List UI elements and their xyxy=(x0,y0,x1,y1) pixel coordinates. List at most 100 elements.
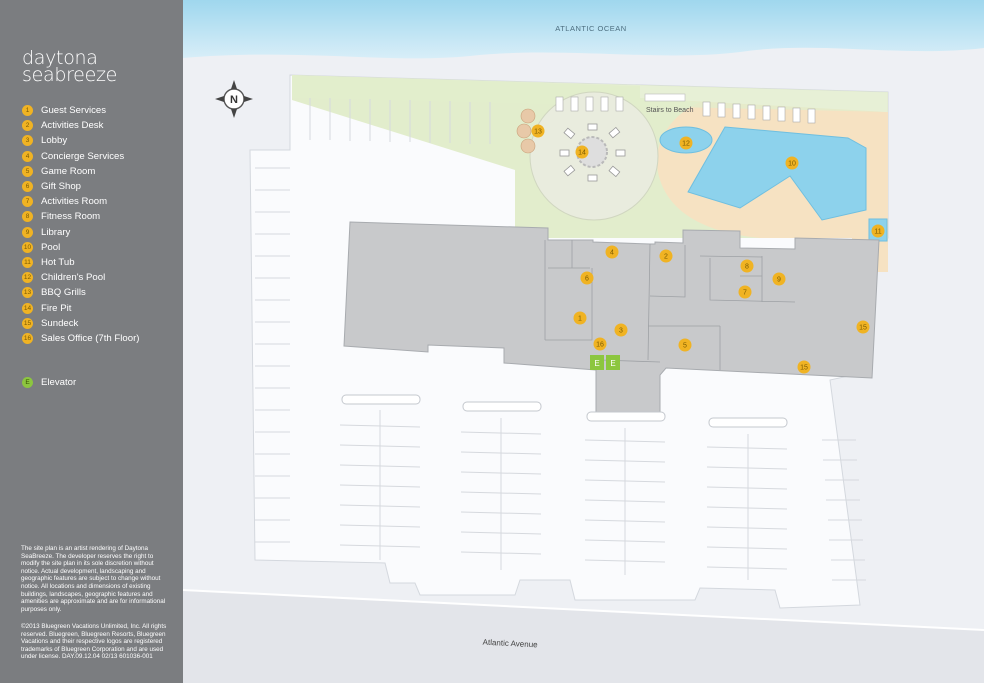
svg-text:7: 7 xyxy=(743,290,747,297)
legend-number: 7 xyxy=(22,196,33,208)
svg-text:8: 8 xyxy=(745,264,749,271)
svg-text:14: 14 xyxy=(578,150,586,157)
marker-2: 2 xyxy=(659,249,673,263)
legend-number: 16 xyxy=(22,332,33,344)
compass-north-icon: N xyxy=(215,80,253,118)
marker-7: 7 xyxy=(738,285,752,299)
svg-text:15: 15 xyxy=(800,365,808,372)
legend-number: 3 xyxy=(22,135,33,147)
marker-3: 3 xyxy=(614,323,628,337)
marker-11: 11 xyxy=(871,224,885,238)
legend-number: 8 xyxy=(22,211,33,223)
marker-14: 14 xyxy=(575,145,589,159)
svg-text:4: 4 xyxy=(610,250,614,257)
legend-item: 11 Hot Tub xyxy=(22,255,139,270)
marker-5: 5 xyxy=(678,338,692,352)
elevator-icon: E xyxy=(22,377,33,388)
legend-label: Fire Pit xyxy=(41,302,72,314)
legend-item: 6 Gift Shop xyxy=(22,179,139,194)
legend-item: 16 Sales Office (7th Floor) xyxy=(22,331,139,346)
legend-label: Children's Pool xyxy=(41,272,106,284)
legend-label: Activities Desk xyxy=(41,120,104,132)
marker-12: 12 xyxy=(679,136,693,150)
legend-item: 14 Fire Pit xyxy=(22,300,139,315)
copyright-text: ©2013 Bluegreen Vacations Unlimited, Inc… xyxy=(21,623,167,661)
marker-9: 9 xyxy=(772,272,786,286)
legend-label: Pool xyxy=(41,241,61,253)
beach-stairs xyxy=(644,93,686,102)
legend-label: Guest Services xyxy=(41,105,107,117)
marker-6: 6 xyxy=(580,271,594,285)
marker-1: 1 xyxy=(573,311,587,325)
legend-number: 2 xyxy=(22,120,33,132)
legend-label: Library xyxy=(41,226,71,238)
legend-label: Activities Room xyxy=(41,196,108,208)
legend-label: Fitness Room xyxy=(41,211,101,223)
legend-label: Lobby xyxy=(41,135,68,147)
svg-text:9: 9 xyxy=(777,277,781,284)
marker-10: 10 xyxy=(785,156,799,170)
legend-number: 14 xyxy=(22,302,33,314)
legend-number: 13 xyxy=(22,287,33,299)
legend-item: 9 Library xyxy=(22,225,139,240)
marker-16: 16 xyxy=(593,337,607,351)
svg-text:6: 6 xyxy=(585,276,589,283)
legend-number: 6 xyxy=(22,181,33,193)
legend-label: Game Room xyxy=(41,165,96,177)
legend-number: 10 xyxy=(22,241,33,253)
brand-logo: daytona seabreeze xyxy=(22,49,118,86)
legend-number: 5 xyxy=(22,165,33,177)
svg-text:3: 3 xyxy=(619,328,623,335)
ocean-label: ATLANTIC OCEAN xyxy=(555,24,626,33)
legend-item: 3 Lobby xyxy=(22,133,139,148)
compass-label: N xyxy=(230,94,238,106)
legend-number: 15 xyxy=(22,317,33,329)
legend-label: Sundeck xyxy=(41,317,79,329)
legend-item: 8 Fitness Room xyxy=(22,209,139,224)
legend-item: 1 Guest Services xyxy=(22,103,139,118)
legend-item: 2 Activities Desk xyxy=(22,118,139,133)
svg-text:2: 2 xyxy=(664,254,668,261)
legend-item: 13 BBQ Grills xyxy=(22,285,139,300)
marker-15b: 15 xyxy=(797,360,811,374)
atlantic-avenue-road xyxy=(183,590,984,683)
legend-label: Sales Office (7th Floor) xyxy=(41,332,140,344)
legend-label: Hot Tub xyxy=(41,256,75,268)
legend-item: 12 Children's Pool xyxy=(22,270,139,285)
legend-number: 12 xyxy=(22,272,33,284)
legend-item: 15 Sundeck xyxy=(22,316,139,331)
stairs-label: Stairs to Beach xyxy=(646,107,694,114)
marker-4: 4 xyxy=(605,245,619,259)
legend-label: Gift Shop xyxy=(41,181,81,193)
elevator-legend: E Elevator xyxy=(22,377,76,388)
legend-label: BBQ Grills xyxy=(41,287,86,299)
svg-text:1: 1 xyxy=(578,316,582,323)
disclaimer-text: The site plan is an artist rendering of … xyxy=(21,545,166,613)
legend-number: 1 xyxy=(22,105,33,117)
svg-text:10: 10 xyxy=(788,161,796,168)
svg-text:15: 15 xyxy=(859,325,867,332)
legend-number: 4 xyxy=(22,150,33,162)
elevator-marker: E xyxy=(594,359,599,368)
elevator-label: Elevator xyxy=(41,377,77,388)
marker-13: 13 xyxy=(531,124,545,138)
svg-text:13: 13 xyxy=(534,129,542,136)
marker-8: 8 xyxy=(740,259,754,273)
legend: 1 Guest Services 2 Activities Desk 3 Lobby … xyxy=(22,103,139,346)
marker-15a: 15 xyxy=(856,320,870,334)
elevator-marker: E xyxy=(610,359,615,368)
legend-item: 7 Activities Room xyxy=(22,194,139,209)
sidebar: daytona seabreeze 1 Guest Services 2 Activ… xyxy=(0,0,183,683)
site-map: ATLANTIC OCEAN N Atlantic Avenue Stairs … xyxy=(183,0,984,683)
svg-text:11: 11 xyxy=(874,229,881,236)
brand-line2: seabreeze xyxy=(22,64,118,86)
legend-item: 5 Game Room xyxy=(22,164,139,179)
legend-label: Concierge Services xyxy=(41,150,125,162)
legend-number: 9 xyxy=(22,226,33,238)
svg-text:16: 16 xyxy=(596,342,604,349)
legend-item: 4 Concierge Services xyxy=(22,149,139,164)
svg-text:5: 5 xyxy=(683,343,687,350)
svg-text:12: 12 xyxy=(682,141,690,148)
legend-item: 10 Pool xyxy=(22,240,139,255)
legend-number: 11 xyxy=(22,256,33,268)
